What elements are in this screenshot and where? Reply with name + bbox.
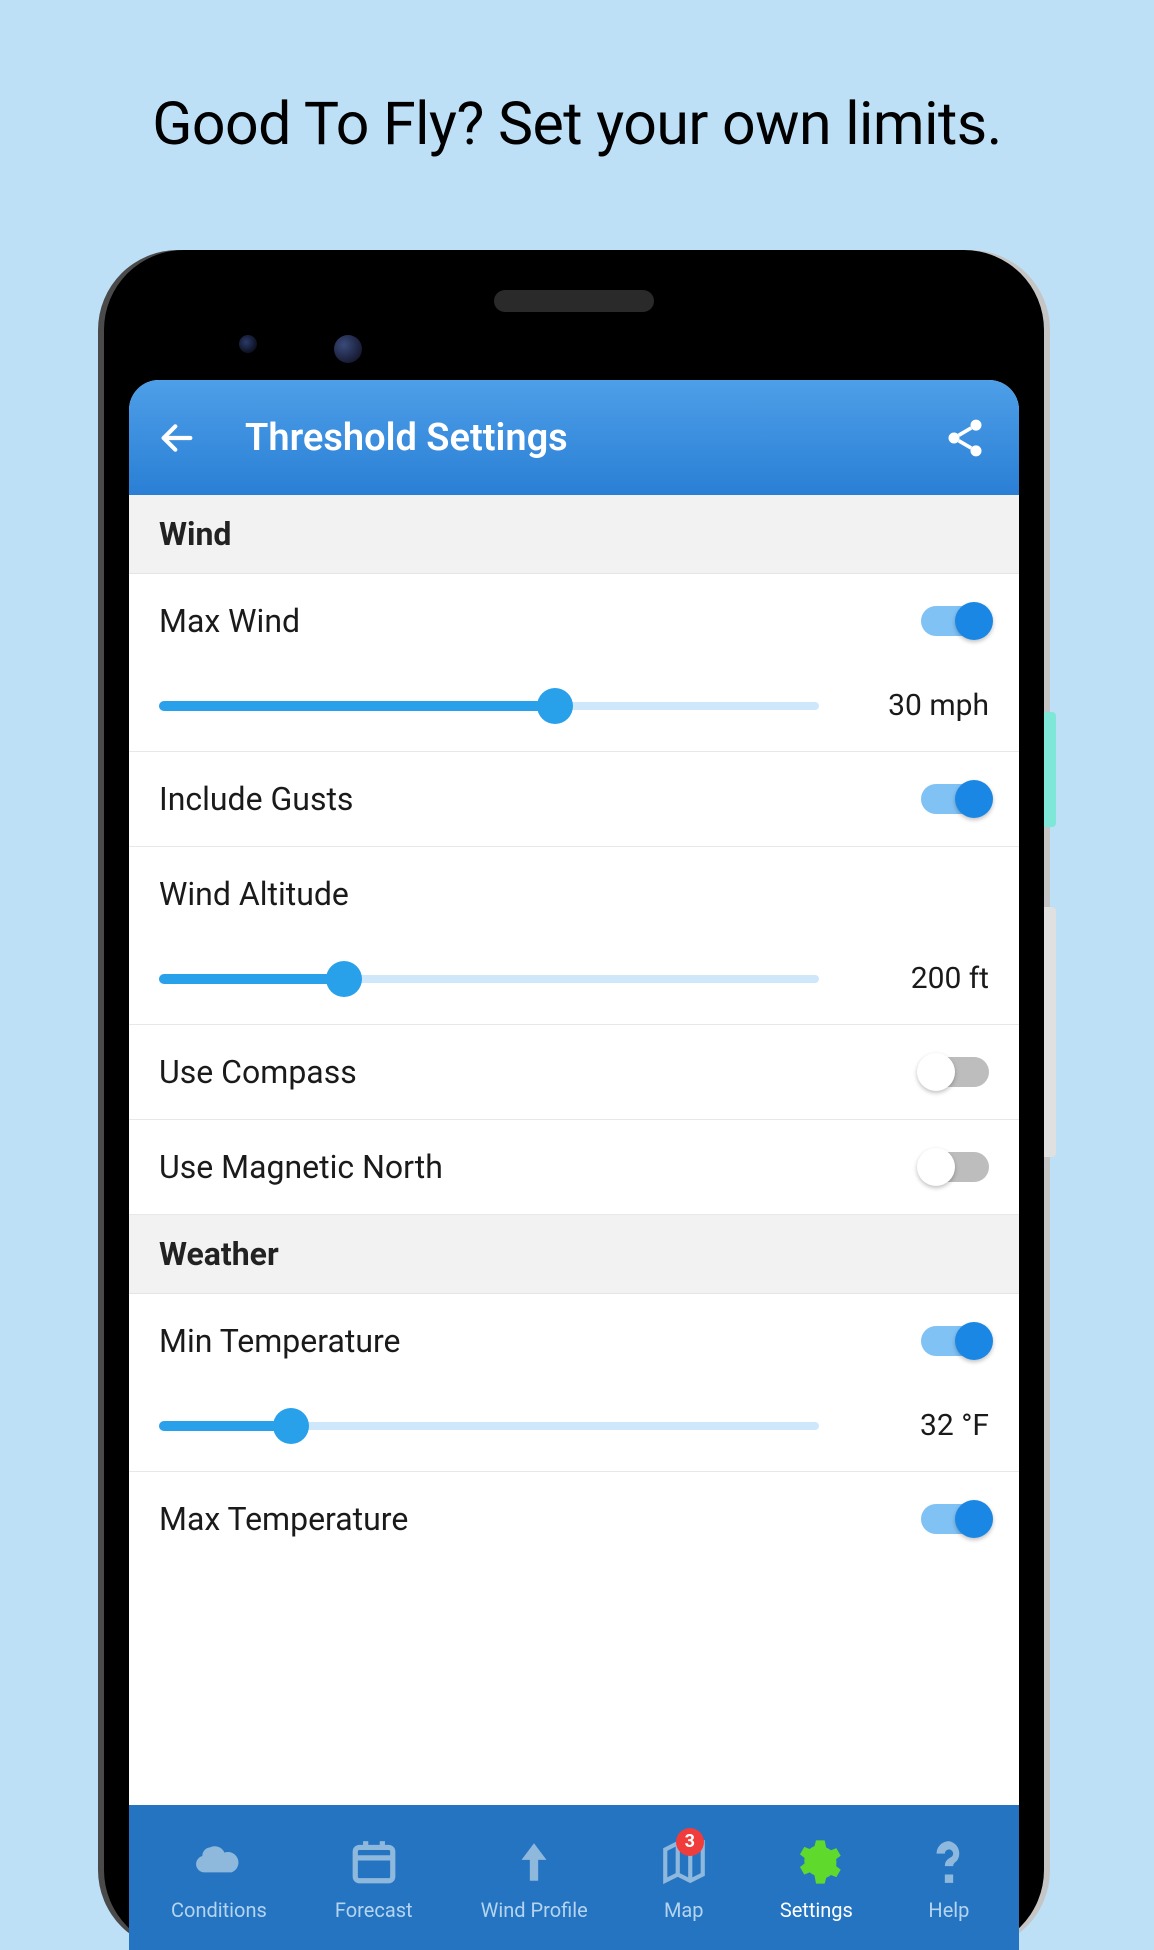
nav-help-label: Help — [928, 1898, 969, 1922]
nav-settings-label: Settings — [780, 1898, 853, 1922]
max-temp-label: Max Temperature — [159, 1500, 408, 1538]
max-wind-toggle[interactable] — [921, 606, 989, 636]
row-use-magnetic: Use Magnetic North — [129, 1120, 1019, 1215]
marketing-tagline: Good To Fly? Set your own limits. — [0, 0, 1154, 159]
bottom-nav: Conditions Forecast Wind Profile 3 Map — [129, 1805, 1019, 1950]
min-temp-slider[interactable] — [159, 1421, 819, 1431]
nav-help[interactable]: Help — [921, 1834, 977, 1922]
phone-volume-button — [1044, 907, 1056, 1157]
phone-sensor — [239, 335, 257, 353]
nav-conditions-label: Conditions — [171, 1898, 267, 1922]
section-header-weather: Weather — [129, 1215, 1019, 1294]
use-compass-label: Use Compass — [159, 1053, 357, 1091]
use-magnetic-toggle[interactable] — [921, 1152, 989, 1182]
use-compass-toggle[interactable] — [921, 1057, 989, 1087]
phone-camera — [334, 335, 362, 363]
row-max-wind: Max Wind 30 mph — [129, 574, 1019, 752]
use-magnetic-label: Use Magnetic North — [159, 1148, 443, 1186]
max-wind-label: Max Wind — [159, 602, 300, 640]
nav-wind-profile[interactable]: Wind Profile — [481, 1834, 588, 1922]
row-use-compass: Use Compass — [129, 1025, 1019, 1120]
phone-power-button — [1044, 712, 1056, 827]
app-screen: Threshold Settings Wind Max Wind — [129, 380, 1019, 1950]
conditions-icon — [191, 1834, 247, 1890]
row-min-temperature: Min Temperature 32 °F — [129, 1294, 1019, 1472]
app-bar: Threshold Settings — [129, 380, 1019, 495]
include-gusts-label: Include Gusts — [159, 780, 353, 818]
row-wind-altitude: Wind Altitude 200 ft — [129, 847, 1019, 1025]
gear-icon — [788, 1834, 844, 1890]
min-temp-label: Min Temperature — [159, 1322, 400, 1360]
nav-forecast[interactable]: Forecast — [335, 1834, 413, 1922]
phone-frame: Threshold Settings Wind Max Wind — [104, 250, 1044, 1950]
settings-content: Wind Max Wind 30 mph Include G — [129, 495, 1019, 1805]
section-header-wind: Wind — [129, 495, 1019, 574]
include-gusts-toggle[interactable] — [921, 784, 989, 814]
nav-forecast-label: Forecast — [335, 1898, 413, 1922]
max-temp-toggle[interactable] — [921, 1504, 989, 1534]
nav-conditions[interactable]: Conditions — [171, 1834, 267, 1922]
calendar-icon — [346, 1834, 402, 1890]
page-title: Threshold Settings — [245, 416, 568, 460]
min-temp-value: 32 °F — [859, 1408, 989, 1443]
row-max-temperature: Max Temperature — [129, 1472, 1019, 1566]
share-icon[interactable] — [943, 416, 987, 460]
max-wind-slider[interactable] — [159, 701, 819, 711]
wind-altitude-slider[interactable] — [159, 974, 819, 984]
back-arrow-icon[interactable] — [157, 418, 197, 458]
min-temp-toggle[interactable] — [921, 1326, 989, 1356]
arrow-up-icon — [506, 1834, 562, 1890]
map-badge: 3 — [676, 1828, 704, 1856]
nav-map-label: Map — [664, 1898, 704, 1922]
nav-map[interactable]: 3 Map — [656, 1834, 712, 1922]
max-wind-value: 30 mph — [859, 688, 989, 723]
phone-speaker — [494, 290, 654, 312]
wind-altitude-value: 200 ft — [859, 961, 989, 996]
nav-wind-profile-label: Wind Profile — [481, 1898, 588, 1922]
nav-settings[interactable]: Settings — [780, 1834, 853, 1922]
question-icon — [921, 1834, 977, 1890]
wind-altitude-label: Wind Altitude — [159, 875, 349, 913]
row-include-gusts: Include Gusts — [129, 752, 1019, 847]
